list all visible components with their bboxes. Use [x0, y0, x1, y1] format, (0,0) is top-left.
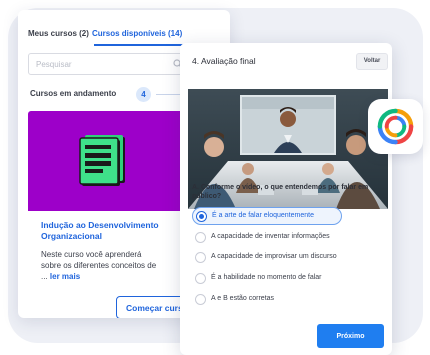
course-tabs: Meus cursos (2) Cursos disponíveis (14) — [28, 29, 182, 38]
tab-my-courses[interactable]: Meus cursos (2) — [28, 29, 89, 38]
next-button[interactable]: Próximo — [317, 324, 384, 348]
answer-option-3[interactable]: A capacidade de improvisar um discurso — [192, 249, 342, 267]
answer-option-4[interactable]: É a habilidade no momento de falar — [192, 270, 342, 288]
answer-option-1[interactable]: É a arte de falar eloquentemente — [192, 207, 342, 225]
radio-button[interactable] — [195, 273, 206, 284]
read-more-link[interactable]: ler mais — [50, 272, 80, 281]
course-description: Neste curso você aprenderá sobre os dife… — [41, 249, 159, 282]
radio-button[interactable] — [195, 232, 206, 243]
document-stack-icon — [79, 135, 125, 186]
radio-button[interactable] — [196, 211, 207, 222]
answer-option-label: A e B estão corretas — [211, 295, 275, 302]
answer-option-label: A capacidade de improvisar um discurso — [211, 253, 337, 260]
tab-available-courses[interactable]: Cursos disponíveis (14) — [92, 29, 182, 38]
question-text: A. Conforme o vídeo, o que entendemos po… — [192, 184, 369, 200]
ring-logo-icon — [377, 108, 414, 145]
answer-option-label: É a arte de falar eloquentemente — [212, 212, 314, 219]
radio-button[interactable] — [195, 252, 206, 263]
search-input[interactable]: Pesquisar — [28, 53, 188, 75]
app-logo — [368, 99, 423, 154]
quiz-title: 4. Avaliação final — [192, 56, 256, 66]
answer-option-5[interactable]: A e B estão corretas — [192, 291, 342, 309]
radio-button[interactable] — [195, 294, 206, 305]
in-progress-count-badge: 4 — [136, 87, 151, 102]
quiz-panel: 4. Avaliação final Voltar A. Conforme o … — [180, 43, 392, 355]
answer-option-2[interactable]: A capacidade de inventar informações — [192, 229, 342, 247]
in-progress-label: Cursos em andamento — [30, 89, 117, 98]
answer-option-label: É a habilidade no momento de falar — [211, 274, 322, 281]
back-button[interactable]: Voltar — [356, 53, 388, 70]
answer-option-label: A capacidade de inventar informações — [211, 233, 330, 240]
search-placeholder: Pesquisar — [36, 60, 72, 69]
